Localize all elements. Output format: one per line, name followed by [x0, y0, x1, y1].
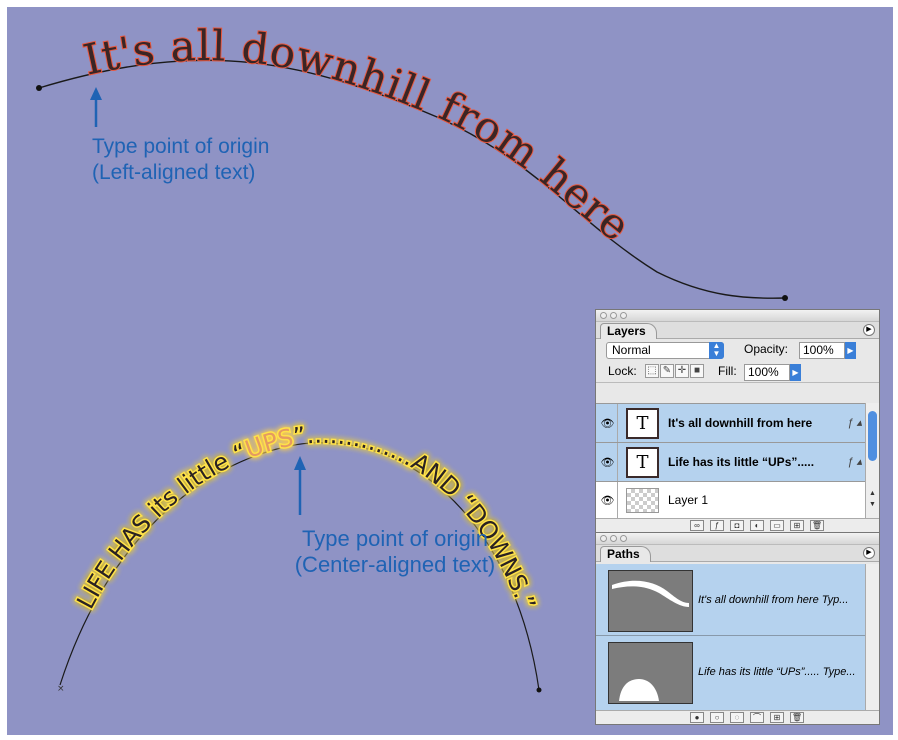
path-row[interactable]: Life has its little “UPs”..... Type...: [596, 636, 866, 708]
transparent-layer-thumbnail-icon: [626, 488, 659, 513]
life-text-prefix: LIFE HAS its little “: [71, 438, 251, 613]
new-path-icon[interactable]: ⊞: [770, 712, 784, 723]
blend-row: Normal ▲ ▼ Opacity: 100% ▶: [596, 339, 879, 361]
eye-icon[interactable]: 👁: [598, 443, 618, 481]
stroke-path-icon[interactable]: ○: [710, 712, 724, 723]
path-name: It's all downhill from here Typ...: [698, 594, 849, 606]
life-text-suffix: ”..............AND “DOWNS.”: [292, 421, 541, 614]
left-caption-line1: Type point of origin: [92, 135, 270, 158]
trash-icon[interactable]: 🗑: [790, 712, 804, 723]
layer-effects-icon[interactable]: ƒ ▴: [847, 416, 862, 429]
lock-label: Lock:: [608, 364, 637, 378]
lock-image-icon[interactable]: ✎: [660, 364, 674, 378]
center-caption-line1: Type point of origin: [302, 526, 488, 551]
life-textpath: LIFE HAS its little “UPS”..............A…: [70, 419, 543, 615]
paths-palette: Paths ▶ It's all downhill from here Typ.…: [595, 532, 880, 725]
tab-paths[interactable]: Paths: [600, 546, 651, 562]
layers-tabrow: Layers ▶: [596, 322, 879, 339]
fill-value: 100%: [748, 365, 779, 379]
new-group-icon[interactable]: ▭: [770, 520, 784, 531]
paths-titlebar[interactable]: [596, 533, 879, 545]
layers-palette: Layers ▶ Normal ▲ ▼ Opacity: 100% ▶ Lock:…: [595, 309, 880, 533]
layers-scrollbar[interactable]: ▲ ▼: [865, 403, 879, 520]
zoom-icon[interactable]: [620, 312, 627, 319]
path-list: It's all downhill from here Typ... Life …: [596, 564, 866, 710]
lock-position-icon[interactable]: ✛: [675, 364, 689, 378]
layer-effects-icon[interactable]: ƒ ▴: [847, 455, 862, 468]
path-row[interactable]: It's all downhill from here Typ...: [596, 564, 866, 636]
fill-field[interactable]: 100% ▶: [744, 364, 801, 381]
path-one-start-anchor: [36, 85, 42, 91]
fill-path-icon[interactable]: ●: [690, 712, 704, 723]
stepper-icon: ▲ ▼: [709, 342, 724, 359]
life-text: LIFE HAS its little “UPS”..............A…: [71, 421, 541, 614]
opacity-label: Opacity:: [744, 342, 789, 356]
path-one-end-anchor: [782, 295, 788, 301]
add-mask-icon[interactable]: ◘: [730, 520, 744, 531]
layer-name: Layer 1: [668, 493, 709, 507]
layers-titlebar[interactable]: [596, 310, 879, 322]
path-name: Life has its little “UPs”..... Type...: [698, 666, 856, 678]
blend-mode-value: Normal: [612, 343, 651, 357]
left-caption-line2: (Left-aligned text): [92, 161, 256, 184]
layers-scroll-thumb[interactable]: [868, 411, 877, 461]
adjustment-layer-icon[interactable]: ◐: [750, 520, 764, 531]
add-layer-style-icon[interactable]: ƒ: [710, 520, 724, 531]
layers-bottom-bar: ∞ ƒ ◘ ◐ ▭ ⊞ 🗑: [596, 518, 879, 532]
layer-row[interactable]: 👁 T It's all downhill from here ƒ ▴: [596, 404, 866, 443]
center-origin-arrow: [294, 456, 306, 515]
path-thumbnail-icon: [608, 642, 693, 704]
trash-icon[interactable]: 🗑: [810, 520, 824, 531]
center-origin-caption: Type point of origin (Center-aligned tex…: [295, 526, 496, 578]
paths-tabrow: Paths ▶: [596, 545, 879, 562]
blend-mode-select[interactable]: Normal ▲ ▼: [606, 342, 724, 359]
text-layer-thumbnail-icon: T: [626, 447, 659, 478]
life-text-highlight: UPS: [242, 423, 296, 463]
zoom-icon[interactable]: [620, 535, 627, 542]
path-two-end-anchor: [536, 687, 542, 693]
link-layers-icon[interactable]: ∞: [690, 520, 704, 531]
paths-bottom-bar: ● ○ ◌ ⌒ ⊞ 🗑: [596, 710, 879, 724]
make-work-path-icon[interactable]: ⌒: [750, 712, 764, 723]
path-two-start-marker: ×: [57, 684, 65, 694]
opacity-arrow-icon[interactable]: ▶: [845, 342, 856, 359]
fill-arrow-icon[interactable]: ▶: [790, 364, 801, 381]
paths-scrollbar[interactable]: [865, 564, 879, 710]
left-origin-caption: Type point of origin (Left-aligned text): [92, 134, 269, 186]
palette-menu-icon[interactable]: ▶: [863, 324, 875, 336]
opacity-value: 100%: [803, 343, 834, 357]
lock-all-icon[interactable]: ■: [690, 364, 704, 378]
layer-name: Life has its little “UPs”.....: [668, 455, 815, 469]
layer-row[interactable]: 👁 T Life has its little “UPs”..... ƒ ▴: [596, 443, 866, 482]
opacity-field[interactable]: 100% ▶: [799, 342, 856, 359]
left-origin-arrow: [90, 87, 102, 127]
eye-icon[interactable]: 👁: [598, 404, 618, 442]
layer-row[interactable]: 👁 Layer 1: [596, 482, 866, 519]
text-layer-thumbnail-icon: T: [626, 408, 659, 439]
eye-icon[interactable]: 👁: [598, 482, 618, 518]
palette-menu-icon[interactable]: ▶: [863, 547, 875, 559]
close-icon[interactable]: [600, 312, 607, 319]
scroll-up-icon[interactable]: ▲: [866, 489, 879, 499]
minimize-icon[interactable]: [610, 312, 617, 319]
lock-row: Lock: ⬚ ✎ ✛ ■ Fill: 100% ▶: [596, 361, 879, 383]
fill-label: Fill:: [718, 364, 737, 378]
close-icon[interactable]: [600, 535, 607, 542]
layer-name: It's all downhill from here: [668, 416, 813, 430]
path-thumbnail-icon: [608, 570, 693, 632]
new-layer-icon[interactable]: ⊞: [790, 520, 804, 531]
scroll-down-icon[interactable]: ▼: [866, 500, 879, 510]
layer-list: 👁 T It's all downhill from here ƒ ▴ 👁 T …: [596, 403, 866, 520]
load-selection-icon[interactable]: ◌: [730, 712, 744, 723]
tab-layers[interactable]: Layers: [600, 323, 657, 339]
minimize-icon[interactable]: [610, 535, 617, 542]
lock-transparency-icon[interactable]: ⬚: [645, 364, 659, 378]
center-caption-line2: (Center-aligned text): [294, 552, 496, 577]
